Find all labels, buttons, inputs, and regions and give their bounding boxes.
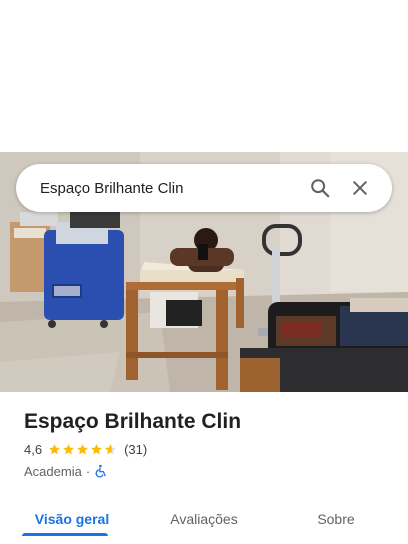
rating-stars [48, 443, 118, 456]
place-title: Espaço Brilhante Clin [24, 410, 242, 433]
clear-search-button[interactable] [340, 168, 380, 208]
map-blank-area[interactable] [0, 0, 408, 152]
tab-overview-label: Visão geral [34, 511, 110, 527]
search-input[interactable]: Espaço Brilhante Clin [40, 180, 300, 197]
separator-dot: · [85, 463, 91, 479]
category-row: Academia · [24, 462, 394, 480]
search-button[interactable] [300, 168, 340, 208]
close-icon [350, 178, 370, 198]
tab-about-label: Sobre [317, 511, 355, 527]
rating-row[interactable]: 4,6 (31) [24, 440, 394, 458]
tab-reviews-label: Avaliações [170, 511, 238, 527]
star-icon [91, 443, 102, 454]
tab-overview[interactable]: Visão geral [0, 494, 144, 544]
star-icon [63, 443, 74, 454]
star-icon [105, 443, 116, 454]
search-bar[interactable]: Espaço Brilhante Clin [16, 164, 392, 212]
place-info: Espaço Brilhante Clin 4,6 (31) Academia … [24, 408, 394, 480]
place-screen: Espaço Brilhante Clin Espaço Brilhante C… [0, 0, 408, 544]
tab-reviews[interactable]: Avaliações [144, 494, 264, 544]
star-icon [77, 443, 88, 454]
tab-about[interactable]: Sobre [264, 494, 408, 544]
place-tabs: Visão geral Avaliações Sobre [0, 494, 408, 544]
review-count[interactable]: (31) [124, 442, 147, 457]
star-icon [49, 443, 60, 454]
wheelchair-icon [94, 464, 108, 478]
active-tab-indicator [22, 533, 108, 536]
rating-value: 4,6 [24, 441, 43, 457]
category-label: Academia [24, 463, 82, 479]
search-icon [309, 177, 331, 199]
